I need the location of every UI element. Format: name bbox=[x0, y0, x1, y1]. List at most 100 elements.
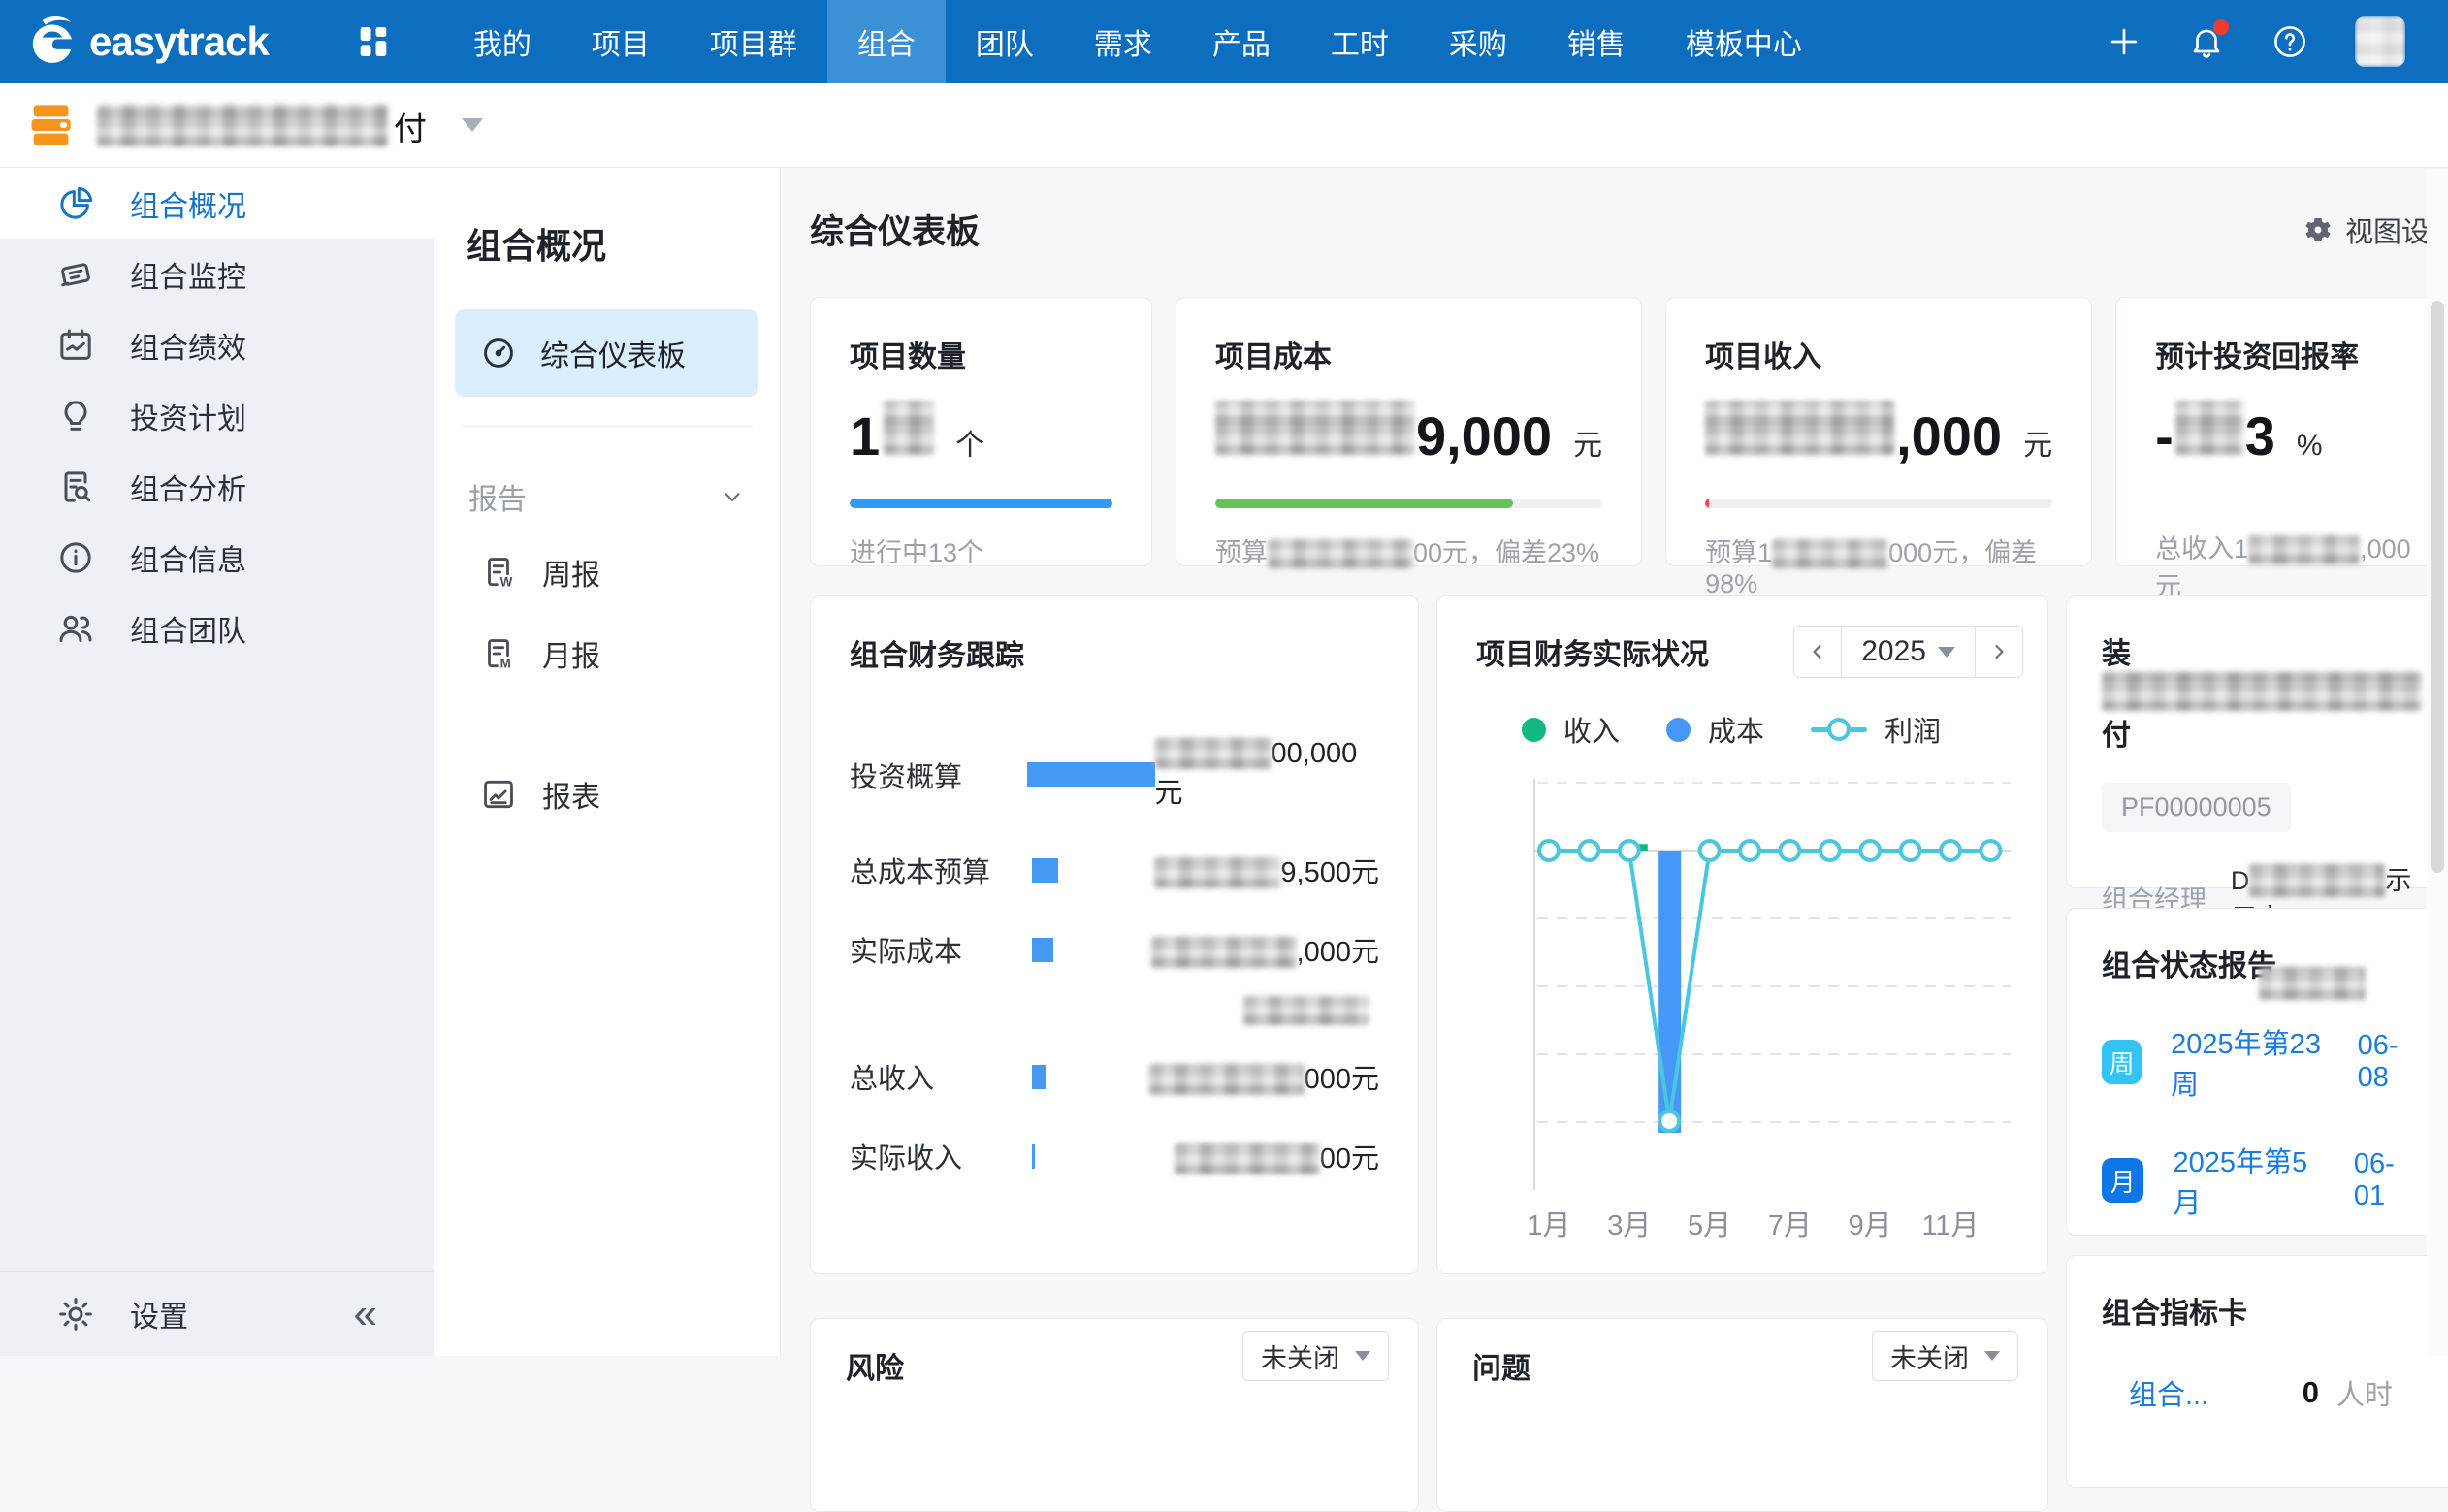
weekly-report-link[interactable]: 2025年第23周 bbox=[2171, 1021, 2330, 1103]
kpi-value: 9,000 元 bbox=[1215, 401, 1602, 467]
sidebar: 组合概况 组合监控 组合绩效 投资计划 bbox=[0, 168, 434, 1356]
bar bbox=[1032, 938, 1053, 962]
monthly-report-link[interactable]: 2025年第5月 bbox=[2173, 1140, 2326, 1221]
page-title: 综合仪表板 bbox=[810, 205, 980, 254]
issue-card: 问题 未关闭 bbox=[1436, 1318, 2048, 1512]
overview-panel: 组合概况 综合仪表板 报告 W 周报 bbox=[434, 168, 781, 1356]
kpi-value: 1 个 bbox=[850, 401, 1112, 467]
sidebar-item-performance[interactable]: 组合绩效 bbox=[0, 309, 434, 380]
nav-item-sales[interactable]: 销售 bbox=[1537, 0, 1656, 83]
svg-text:1月: 1月 bbox=[1527, 1210, 1570, 1241]
svg-text:7月: 7月 bbox=[1768, 1210, 1812, 1241]
help-icon[interactable] bbox=[2271, 23, 2308, 60]
pie-chart-icon bbox=[56, 184, 95, 223]
metric-link[interactable]: 组合... bbox=[2129, 1372, 2208, 1413]
user-avatar[interactable] bbox=[2355, 16, 2405, 67]
metric-value: 0 bbox=[2303, 1375, 2319, 1410]
weekly-status-row[interactable]: 周 2025年第23周 06-08 bbox=[2102, 1021, 2422, 1103]
gauge-icon bbox=[480, 335, 517, 371]
add-icon[interactable] bbox=[2107, 24, 2142, 59]
svg-text:5月: 5月 bbox=[1688, 1210, 1731, 1241]
bar bbox=[1027, 762, 1154, 787]
finance-row-investment-estimate: 投资概算 00,000元 bbox=[850, 738, 1379, 811]
progress-bar bbox=[850, 499, 1112, 508]
sidebar-item-monitoring[interactable]: 组合监控 bbox=[0, 239, 434, 309]
risk-filter-select[interactable]: 未关闭 bbox=[1242, 1331, 1389, 1381]
settings-gear-icon[interactable] bbox=[56, 1295, 95, 1334]
monitor-icon bbox=[56, 255, 95, 294]
nav-item-team[interactable]: 团队 bbox=[946, 0, 1064, 83]
legend-profit[interactable]: 利润 bbox=[1811, 709, 1941, 750]
portfolio-code-badge: PF00000005 bbox=[2102, 783, 2291, 832]
kpi-value: ,000 元 bbox=[1705, 401, 2052, 467]
panel-title: 组合概况 bbox=[467, 218, 758, 269]
nav-item-my[interactable]: 我的 bbox=[443, 0, 562, 83]
main-menu: 我的 项目 项目群 组合 团队 需求 产品 工时 采购 销售 模板中心 bbox=[443, 0, 1832, 83]
finance-row-actual-cost: 实际成本 ,000元 bbox=[850, 929, 1379, 970]
sidebar-item-investment-plan[interactable]: 投资计划 bbox=[0, 380, 434, 451]
svg-text:W: W bbox=[500, 574, 513, 589]
finance-chart: 1月3月5月7月9月11月 bbox=[1462, 763, 2025, 1268]
collapse-sidebar-icon[interactable]: « bbox=[354, 1293, 377, 1335]
next-year-button[interactable] bbox=[1976, 627, 2022, 677]
chart-legend: 收入 成本 利润 bbox=[1522, 709, 2023, 750]
notification-bell-icon[interactable] bbox=[2188, 23, 2225, 60]
settings-label[interactable]: 设置 bbox=[130, 1293, 188, 1335]
bar bbox=[1032, 1065, 1046, 1089]
nav-item-program[interactable]: 项目群 bbox=[680, 0, 827, 83]
portfolio-info-card: 装付 PF00000005 组合经理 D示用户 上级组合 集团 bbox=[2066, 595, 2448, 888]
prev-year-button[interactable] bbox=[1794, 627, 1841, 677]
portfolio-switch-caret-icon[interactable] bbox=[462, 118, 483, 132]
kpi-card-roi: 预计投资回报率 -3 % 总收入1,000元 bbox=[2115, 297, 2448, 566]
portfolio-header: 付 bbox=[0, 83, 2448, 168]
panel-item-dashboard[interactable]: 综合仪表板 bbox=[455, 309, 758, 397]
nav-item-requirement[interactable]: 需求 bbox=[1064, 0, 1182, 83]
issue-filter-select[interactable]: 未关闭 bbox=[1872, 1331, 2018, 1381]
nav-item-project[interactable]: 项目 bbox=[562, 0, 680, 83]
scrollbar-track[interactable] bbox=[2427, 169, 2448, 1356]
finance-row-total-income: 总收入 000元 bbox=[850, 1056, 1379, 1097]
monthly-report-date: 06-01 bbox=[2354, 1148, 2422, 1212]
finance-row-actual-income: 实际收入 00元 bbox=[850, 1136, 1379, 1176]
notification-badge bbox=[2213, 19, 2229, 35]
monthly-status-row[interactable]: 月 2025年第5月 06-01 bbox=[2102, 1140, 2422, 1221]
panel-item-report-table[interactable]: 报表 bbox=[455, 754, 758, 835]
nav-item-timesheet[interactable]: 工时 bbox=[1301, 0, 1419, 83]
portfolio-name[interactable]: 付 bbox=[97, 102, 427, 149]
doc-search-icon bbox=[56, 467, 95, 506]
status-report-card: 组合状态报告 周 2025年第23周 06-08 月 2025年第5月 06-0… bbox=[2066, 908, 2448, 1236]
sidebar-item-analysis[interactable]: 组合分析 bbox=[0, 451, 434, 522]
bar bbox=[1032, 1144, 1035, 1169]
finance-status-card: 项目财务实际状况 2025 bbox=[1436, 595, 2048, 1274]
portfolio-icon bbox=[25, 100, 76, 150]
year-select[interactable]: 2025 bbox=[1841, 627, 1976, 677]
report-group-toggle[interactable]: 报告 bbox=[455, 456, 758, 531]
scrollbar-thumb[interactable] bbox=[2431, 301, 2444, 873]
svg-text:3月: 3月 bbox=[1607, 1210, 1651, 1241]
legend-income[interactable]: 收入 bbox=[1522, 709, 1620, 750]
sidebar-item-team[interactable]: 组合团队 bbox=[0, 593, 434, 663]
sidebar-item-info[interactable]: 组合信息 bbox=[0, 522, 434, 593]
divider bbox=[461, 426, 753, 427]
logo[interactable]: easytrack bbox=[25, 15, 269, 69]
nav-item-template-center[interactable]: 模板中心 bbox=[1656, 0, 1832, 83]
redacted-portfolio-name bbox=[97, 104, 388, 146]
panel-item-monthly-report[interactable]: M 月报 bbox=[455, 613, 758, 694]
finance-row-cost-budget: 总成本预算 9,500元 bbox=[850, 850, 1379, 890]
monthly-badge: 月 bbox=[2102, 1158, 2143, 1203]
profit-line-marker-icon bbox=[1811, 717, 1867, 742]
nav-item-product[interactable]: 产品 bbox=[1182, 0, 1301, 83]
info-circle-icon bbox=[56, 538, 95, 577]
sidebar-footer: 设置 « bbox=[0, 1271, 434, 1356]
nav-item-procurement[interactable]: 采购 bbox=[1419, 0, 1537, 83]
svg-text:11月: 11月 bbox=[1921, 1210, 1979, 1241]
panel-item-weekly-report[interactable]: W 周报 bbox=[455, 531, 758, 613]
nav-item-portfolio[interactable]: 组合 bbox=[827, 0, 946, 83]
sidebar-item-overview[interactable]: 组合概况 bbox=[0, 168, 434, 239]
app-grid-icon[interactable] bbox=[354, 22, 393, 61]
legend-cost[interactable]: 成本 bbox=[1666, 709, 1764, 750]
portfolio-info-title: 装付 bbox=[2102, 629, 2422, 754]
caret-down-icon bbox=[1984, 1351, 2000, 1361]
kpi-card-project-count: 项目数量 1 个 进行中13个 bbox=[810, 297, 1152, 566]
kpi-caption: 总收入1,000元 bbox=[2155, 528, 2418, 603]
